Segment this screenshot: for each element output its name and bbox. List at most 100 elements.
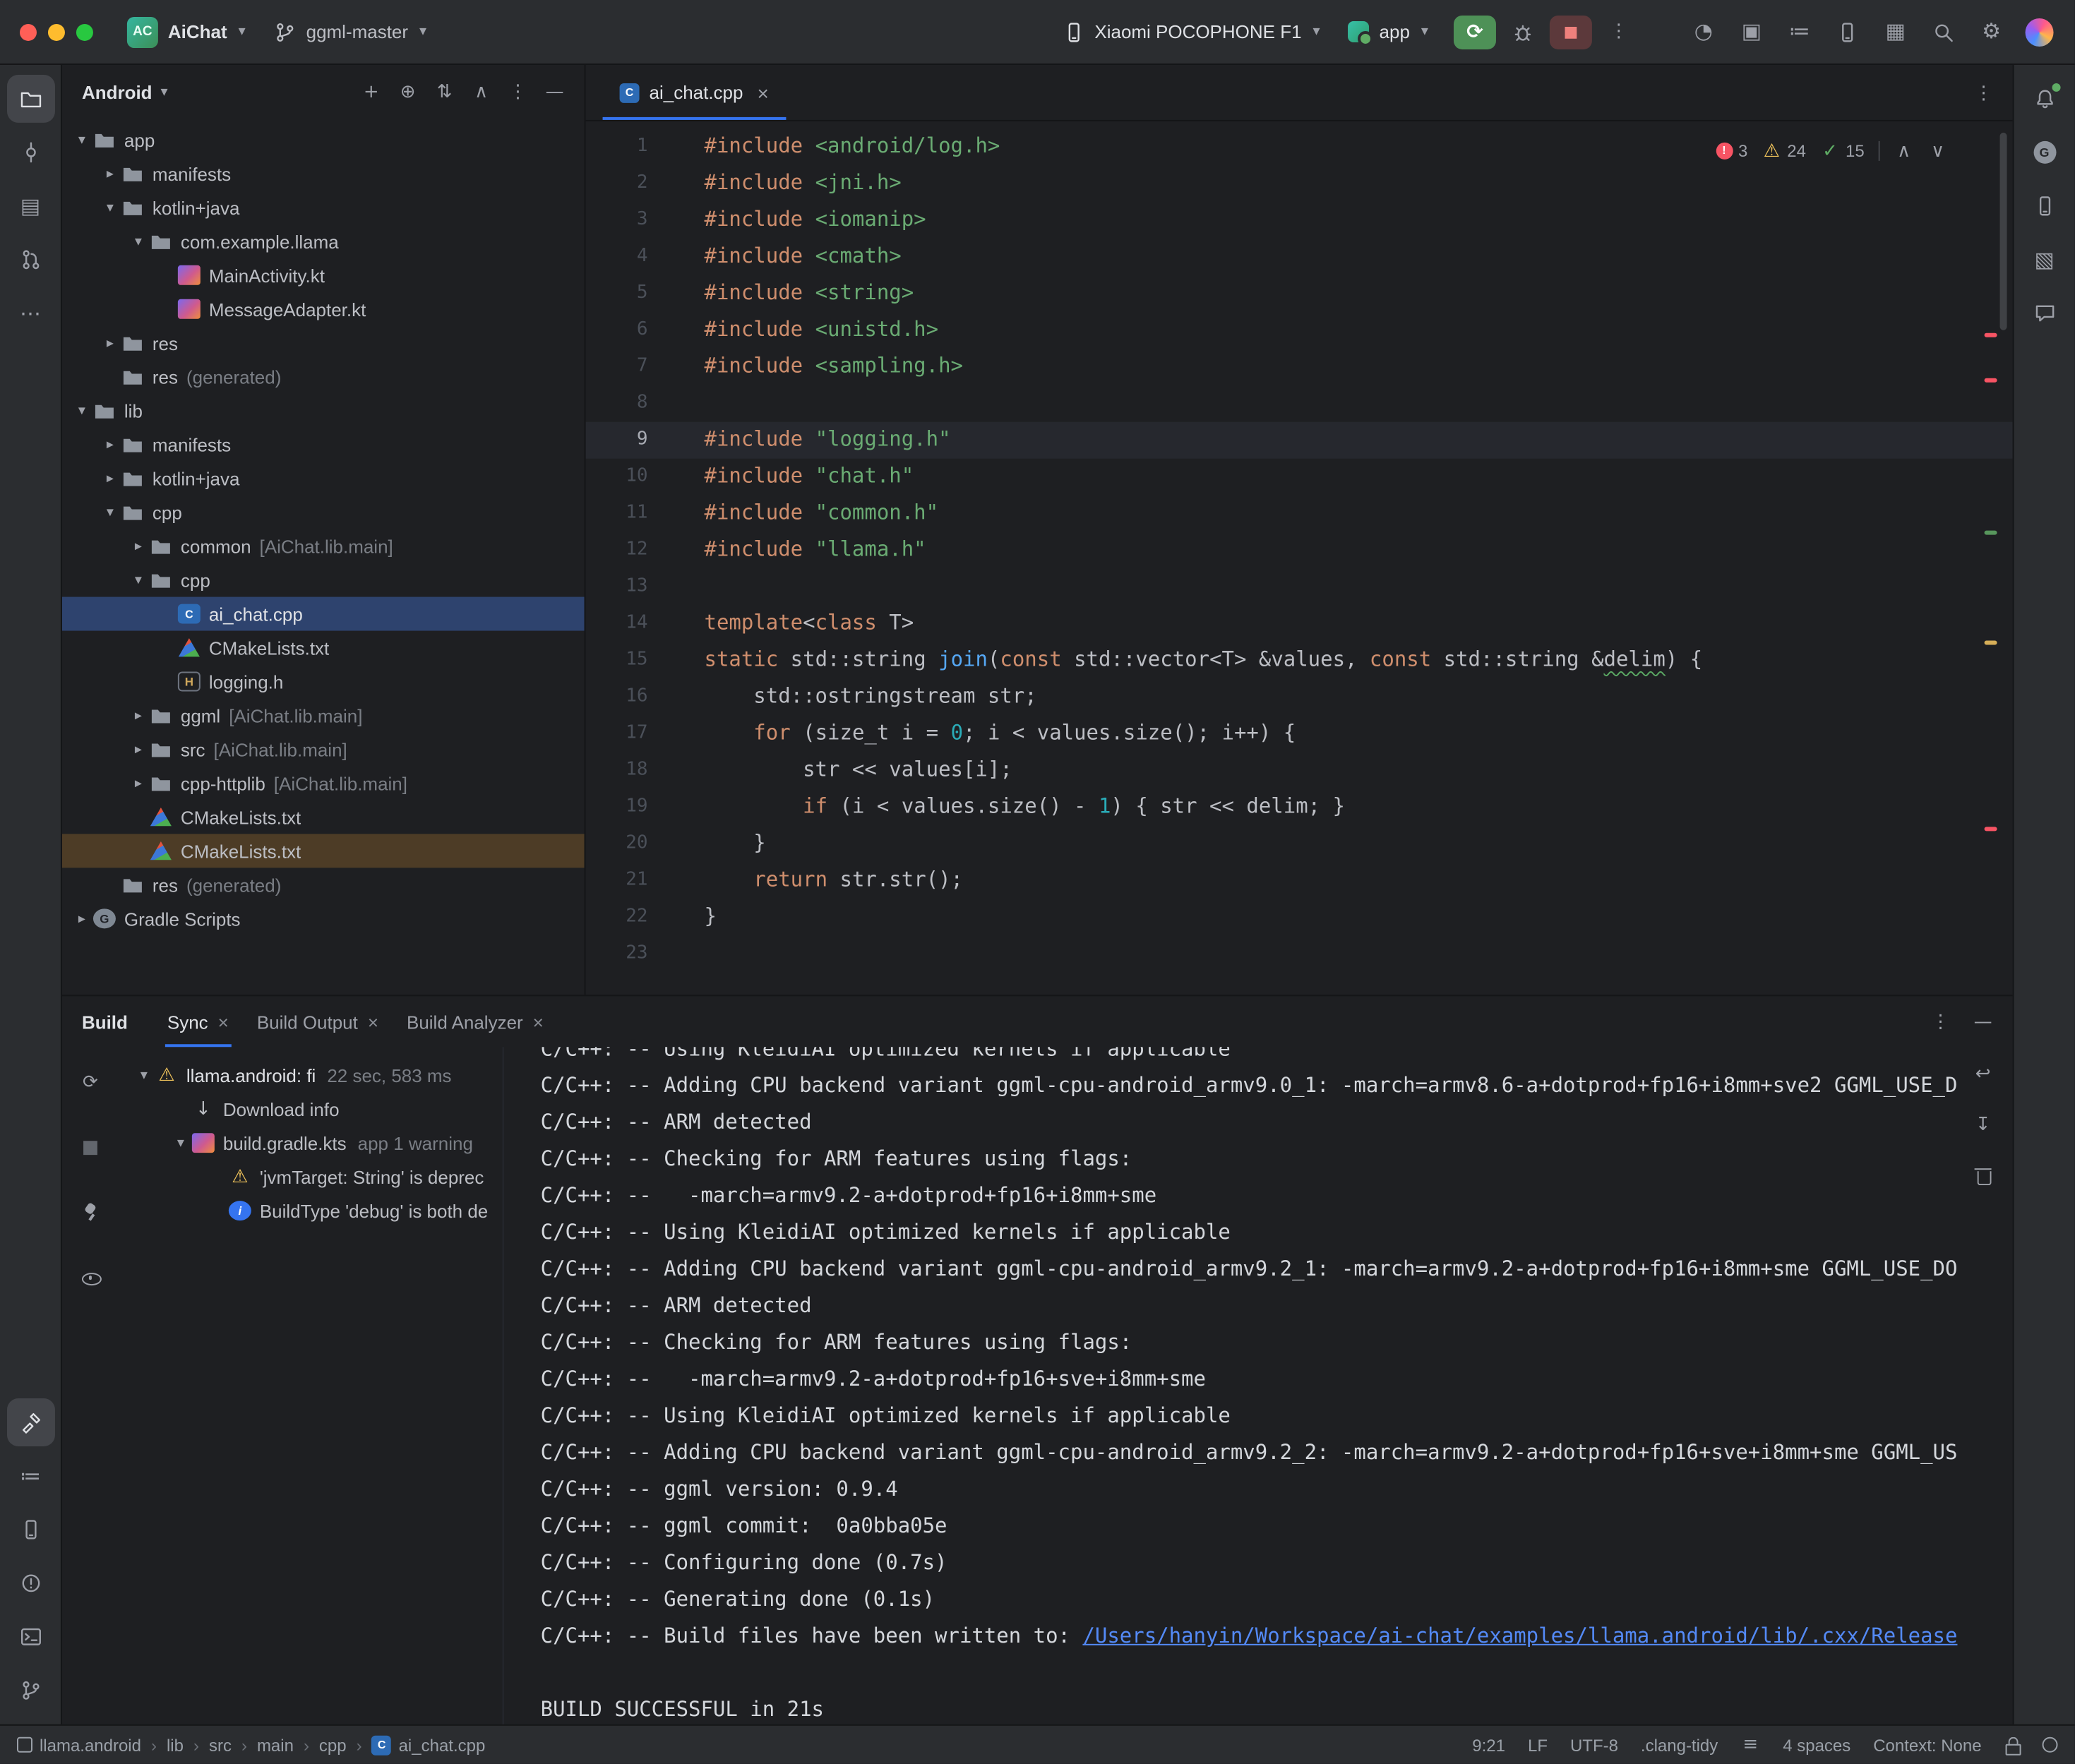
line-number[interactable]: 20 [586, 825, 676, 862]
tool-window-button-more-tool-windows[interactable]: ⋯ [6, 289, 54, 337]
tool-window-button-problems[interactable] [6, 1559, 54, 1607]
minimize-window-button[interactable] [48, 23, 65, 40]
rerun-button[interactable]: ⟳ [1454, 15, 1496, 49]
status-widget[interactable]: LF [1528, 1735, 1548, 1755]
passed-badge[interactable]: ✓15 [1820, 133, 1865, 169]
build-tab-build-output[interactable]: Build Output× [243, 996, 393, 1047]
errors-badge[interactable]: !3 [1716, 133, 1747, 169]
line-number[interactable]: 18 [586, 752, 676, 788]
next-issue-icon[interactable]: ∨ [1928, 140, 1948, 162]
add-button[interactable]: + [356, 76, 387, 107]
line-number[interactable]: 3 [586, 202, 676, 239]
status-widget[interactable]: 9:21 [1472, 1735, 1505, 1755]
device-selector[interactable]: Xiaomi POCOPHONE F1 ▾ [1051, 11, 1331, 53]
more-actions-button[interactable]: ⋮ [1598, 11, 1640, 53]
line-number[interactable]: 1 [586, 128, 676, 165]
status-widget[interactable]: 4 spaces [1783, 1735, 1850, 1755]
line-number[interactable]: 13 [586, 569, 676, 606]
user-avatar-button[interactable] [2019, 11, 2061, 53]
hide-panel-button[interactable]: — [539, 76, 570, 107]
file-lock-icon[interactable] [2004, 1736, 2020, 1754]
debug-button[interactable] [1502, 11, 1544, 53]
project-tree-item[interactable]: Hlogging.h [62, 665, 585, 699]
tool-window-button-logcat[interactable]: ≔ [6, 1452, 54, 1500]
project-tree-item[interactable]: ▾cpp [62, 563, 585, 597]
search-everywhere-button[interactable] [1922, 11, 1965, 53]
clear-all-button[interactable] [1968, 1160, 1999, 1191]
breadcrumb-item[interactable]: lib [167, 1735, 184, 1755]
stop-button[interactable]: ■ [1550, 15, 1592, 49]
vcs-branch-selector[interactable]: ggml-master ▾ [263, 11, 438, 53]
tool-window-button-gradle[interactable]: G [2021, 128, 2069, 176]
build-tree-item[interactable]: ▾⚠llama.android: fi22 sec, 583 ms [119, 1058, 503, 1092]
project-tree-item[interactable]: ▸res [62, 326, 585, 360]
tool-window-button-build[interactable] [6, 1398, 54, 1446]
tool-window-button-terminal[interactable] [6, 1613, 54, 1661]
project-tree-item[interactable]: ▸cpp-httplib[AiChat.lib.main] [62, 766, 585, 800]
status-widget[interactable]: UTF-8 [1570, 1735, 1618, 1755]
stop-build-button[interactable]: ■ [69, 1126, 112, 1168]
close-tab-icon[interactable]: × [368, 1011, 378, 1032]
tool-window-button-device-explorer[interactable] [6, 1506, 54, 1554]
close-tab-icon[interactable]: × [757, 81, 768, 104]
scroll-to-end-button[interactable]: ↧ [1968, 1109, 1999, 1140]
line-number[interactable]: 19 [586, 788, 676, 825]
project-tree-item[interactable]: ▾app [62, 123, 585, 157]
view-options-button[interactable] [69, 1256, 112, 1298]
project-tree-item[interactable]: Cai_chat.cpp [62, 597, 585, 631]
project-tree-item[interactable]: ▸common[AiChat.lib.main] [62, 529, 585, 563]
line-number[interactable]: 11 [586, 496, 676, 532]
tool-window-button-device-manager[interactable] [2021, 182, 2069, 230]
project-tree-item[interactable]: CMakeLists.txt [62, 800, 585, 834]
run-config-selector[interactable]: app ▾ [1337, 11, 1440, 53]
panel-options-button[interactable]: ⋮ [503, 76, 534, 107]
logcat-toolbar-button[interactable]: ≔ [1778, 11, 1821, 53]
breadcrumb-item[interactable]: main [257, 1735, 294, 1755]
status-indicator-icon[interactable] [2043, 1737, 2058, 1753]
editor-tab-ai-chat-cpp[interactable]: C ai_chat.cpp × [603, 65, 786, 120]
tool-window-button-version-control[interactable] [6, 1667, 54, 1715]
soft-wrap-button[interactable]: ↩ [1968, 1058, 1999, 1089]
build-tab-sync[interactable]: Sync× [153, 996, 243, 1047]
line-number[interactable]: 22 [586, 899, 676, 935]
warnings-badge[interactable]: ⚠24 [1762, 133, 1806, 169]
collapse-all-button[interactable]: ∧ [466, 76, 497, 107]
breadcrumb-item[interactable]: Cai_chat.cpp [372, 1735, 486, 1755]
project-tree-item[interactable]: res(generated) [62, 868, 585, 901]
project-view-selector[interactable]: Android [82, 81, 153, 102]
build-options-icon[interactable]: ⋮ [1931, 1010, 1951, 1033]
tool-window-button-structure[interactable]: ▤ [6, 182, 54, 230]
tool-window-button-notifications[interactable] [2021, 75, 2069, 123]
project-tree-item[interactable]: MainActivity.kt [62, 258, 585, 292]
line-number[interactable]: 23 [586, 935, 676, 972]
tool-window-button-layout-inspector[interactable]: ▧ [2021, 236, 2069, 284]
console-link[interactable]: /Users/hanyin/Workspace/ai-chat/examples… [1082, 1626, 1957, 1648]
line-number[interactable]: 7 [586, 349, 676, 385]
project-tree-item[interactable]: ▸src[AiChat.lib.main] [62, 732, 585, 766]
build-tree-item[interactable]: ⚠'jvmTarget: String' is deprec [119, 1160, 503, 1194]
line-number[interactable]: 9 [586, 422, 676, 459]
close-window-button[interactable] [20, 23, 37, 40]
line-number[interactable]: 4 [586, 239, 676, 275]
project-tree-item[interactable]: ▸ggml[AiChat.lib.main] [62, 699, 585, 733]
project-tree-item[interactable]: CMakeLists.txt [62, 631, 585, 665]
line-number[interactable]: 12 [586, 532, 676, 569]
project-selector[interactable]: AC AiChat ▾ [116, 11, 257, 53]
project-tree-item[interactable]: ▾lib [62, 394, 585, 428]
project-tree-item[interactable]: ▾kotlin+java [62, 191, 585, 224]
resource-manager-button[interactable]: ▦ [1874, 11, 1917, 53]
project-tree-item[interactable]: ▾cpp [62, 496, 585, 529]
tool-window-button-pull-requests[interactable] [6, 236, 54, 284]
status-widget[interactable]: Context: None [1873, 1735, 1981, 1755]
line-number[interactable]: 10 [586, 459, 676, 496]
hide-build-panel-icon[interactable]: — [1973, 1010, 1993, 1033]
close-tab-icon[interactable]: × [218, 1011, 229, 1032]
line-number[interactable]: 5 [586, 275, 676, 312]
line-number[interactable]: 15 [586, 642, 676, 679]
code-editor[interactable]: !3⚠24✓15∧∨ 1#include <android/log.h>2#in… [586, 121, 2013, 995]
editor-scrollbar[interactable] [2000, 133, 2007, 330]
tool-window-button-commit[interactable] [6, 128, 54, 176]
build-tab-build-analyzer[interactable]: Build Analyzer× [393, 996, 558, 1047]
settings-button[interactable]: ⚙ [1971, 11, 2013, 53]
line-number[interactable]: 16 [586, 679, 676, 716]
